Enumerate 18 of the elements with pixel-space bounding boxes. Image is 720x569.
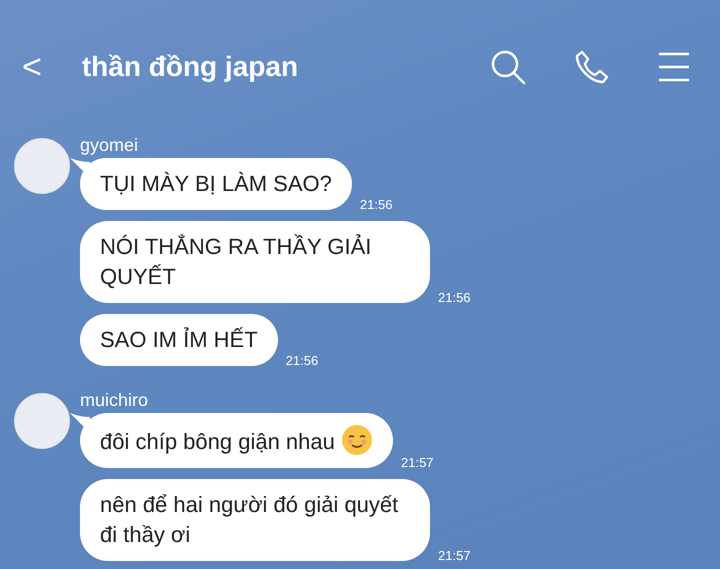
back-button[interactable]: < xyxy=(22,50,42,84)
message-bubble: đôi chíp bông giận nhau xyxy=(80,413,393,468)
search-icon[interactable] xyxy=(490,49,526,85)
message-bubble: nên để hai người đó giải quyết đi thầy ơi xyxy=(80,479,430,561)
smiling-face-icon xyxy=(341,424,373,456)
sender-name: muichiro xyxy=(80,389,150,411)
sender-name: gyomei xyxy=(80,134,140,156)
message-bubble: NÓI THẲNG RA THẦY GIẢI QUYẾT xyxy=(80,221,430,303)
message-time: 21:57 xyxy=(438,546,471,564)
message-time: 21:56 xyxy=(286,352,318,370)
message-time: 21:56 xyxy=(360,196,392,214)
message-bubble: SAO IM ỈM HẾT xyxy=(80,314,278,366)
message-time: 21:57 xyxy=(401,454,434,472)
chat-title: thần đồng japan xyxy=(82,50,298,84)
message-bubble: TỤI MÀY BỊ LÀM SAO? xyxy=(80,158,352,210)
message-time: 21:56 xyxy=(438,288,471,306)
menu-icon[interactable] xyxy=(658,52,690,82)
phone-icon[interactable] xyxy=(574,49,610,85)
